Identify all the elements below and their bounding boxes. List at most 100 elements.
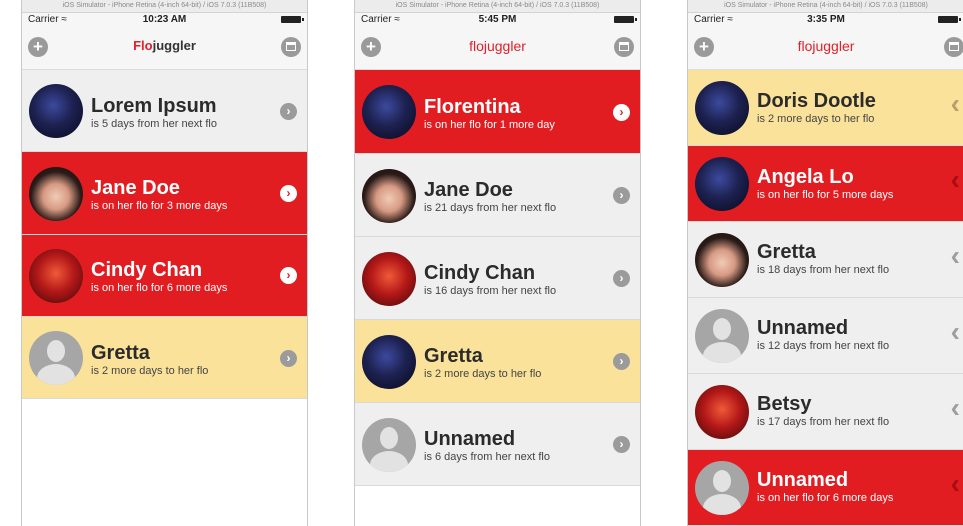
- contact-status: is 16 days from her next flo: [424, 285, 557, 297]
- chevron-right-icon[interactable]: ›: [280, 185, 297, 202]
- contact-name: Jane Doe: [91, 177, 180, 199]
- contact-status: is 17 days from her next flo: [757, 416, 890, 428]
- list-item[interactable]: Jane Doe is on her flo for 3 more days ›: [22, 152, 307, 235]
- contact-status: is 6 days from her next flo: [424, 451, 550, 463]
- avatar: [29, 331, 83, 385]
- contact-status: is 12 days from her next flo: [757, 340, 890, 352]
- list-item[interactable]: Gretta is 2 more days to her flo ›: [22, 317, 307, 399]
- chevron-right-icon[interactable]: ›: [280, 350, 297, 367]
- contact-name: Doris Dootle: [757, 90, 876, 112]
- contact-status: is on her flo for 6 more days: [757, 492, 894, 504]
- chevron-right-icon[interactable]: ›: [613, 353, 630, 370]
- contact-status: is on her flo for 3 more days: [91, 200, 228, 212]
- list-item[interactable]: Lorem Ipsum is 5 days from her next flo …: [22, 70, 307, 152]
- contact-name: Lorem Ipsum: [91, 95, 217, 117]
- calendar-icon: [286, 42, 296, 51]
- contact-status: is 2 more days to her flo: [424, 368, 542, 380]
- calendar-button[interactable]: [944, 37, 963, 57]
- avatar: [29, 249, 83, 303]
- navigation-bar: + flojuggler: [688, 27, 963, 70]
- contact-name: Betsy: [757, 393, 812, 415]
- avatar: [362, 252, 416, 306]
- battery-icon: [614, 16, 637, 23]
- avatar: [695, 461, 749, 515]
- list-item[interactable]: Cindy Chan is on her flo for 6 more days…: [22, 235, 307, 317]
- chevron-left-icon[interactable]: ‹: [951, 164, 960, 196]
- calendar-icon: [949, 42, 959, 51]
- chevron-right-icon[interactable]: ›: [613, 270, 630, 287]
- contact-status: is on her flo for 5 more days: [757, 189, 894, 201]
- contact-name: Jane Doe: [424, 179, 513, 201]
- contact-name: Gretta: [91, 342, 150, 364]
- avatar: [29, 84, 83, 138]
- avatar: [29, 167, 83, 221]
- simulator-title-bar: iOS Simulator - iPhone Retina (4-inch 64…: [688, 0, 963, 13]
- navigation-bar: + flojuggler: [355, 27, 640, 70]
- status-bar: Carrier ≈ 5:45 PM: [355, 13, 640, 27]
- phone-screen-2: iOS Simulator - iPhone Retina (4-inch 64…: [354, 0, 641, 526]
- chevron-left-icon[interactable]: ‹: [951, 468, 960, 500]
- phone-screen-3: iOS Simulator - iPhone Retina (4-inch 64…: [687, 0, 963, 526]
- list-item[interactable]: Unnamed is 6 days from her next flo ›: [355, 403, 640, 486]
- contact-status: is 2 more days to her flo: [91, 365, 209, 377]
- calendar-button[interactable]: [614, 37, 634, 57]
- contact-name: Florentina: [424, 96, 521, 118]
- contact-name: Unnamed: [757, 469, 849, 491]
- battery-icon: [281, 16, 304, 23]
- avatar: [695, 309, 749, 363]
- contact-status: is 2 more days to her flo: [757, 113, 875, 125]
- chevron-right-icon[interactable]: ›: [613, 436, 630, 453]
- chevron-right-icon[interactable]: ›: [613, 187, 630, 204]
- calendar-button[interactable]: [281, 37, 301, 57]
- app-title: flojuggler: [797, 38, 855, 54]
- avatar: [695, 81, 749, 135]
- avatar: [362, 335, 416, 389]
- contact-name: Gretta: [424, 345, 483, 367]
- list-item[interactable]: Betsy is 17 days from her next flo ‹: [688, 374, 963, 450]
- contact-name: Cindy Chan: [424, 262, 536, 284]
- status-time: 10:23 AM: [142, 14, 187, 25]
- app-title: flojuggler: [469, 38, 526, 54]
- chevron-left-icon[interactable]: ‹: [951, 316, 960, 348]
- chevron-left-icon[interactable]: ‹: [951, 392, 960, 424]
- contact-status: is 18 days from her next flo: [757, 264, 890, 276]
- contact-name: Angela Lo: [757, 166, 854, 188]
- chevron-right-icon[interactable]: ›: [280, 103, 297, 120]
- contact-name: Cindy Chan: [91, 259, 203, 281]
- avatar: [695, 385, 749, 439]
- chevron-left-icon[interactable]: ‹: [951, 240, 960, 272]
- phone-screen-1: iOS Simulator - iPhone Retina (4-inch 64…: [21, 0, 308, 526]
- navigation-bar: + Flojuggler: [22, 27, 307, 70]
- list-item[interactable]: Doris Dootle is 2 more days to her flo ‹: [688, 70, 963, 146]
- chevron-right-icon[interactable]: ›: [280, 267, 297, 284]
- list-item[interactable]: Florentina is on her flo for 1 more day …: [355, 70, 640, 154]
- contact-status: is on her flo for 1 more day: [424, 119, 555, 131]
- contact-name: Unnamed: [757, 317, 849, 339]
- contact-name: Gretta: [757, 241, 816, 263]
- contact-status: is 5 days from her next flo: [91, 118, 217, 130]
- avatar: [362, 85, 416, 139]
- avatar: [695, 157, 749, 211]
- chevron-right-icon[interactable]: ›: [613, 104, 630, 121]
- contact-name: Unnamed: [424, 428, 516, 450]
- list-item[interactable]: Angela Lo is on her flo for 5 more days …: [688, 146, 963, 222]
- status-time: 5:45 PM: [478, 14, 517, 25]
- simulator-title-bar: iOS Simulator - iPhone Retina (4-inch 64…: [355, 0, 640, 13]
- avatar: [362, 169, 416, 223]
- battery-icon: [938, 16, 961, 23]
- avatar: [362, 418, 416, 472]
- avatar: [695, 233, 749, 287]
- list-item[interactable]: Gretta is 2 more days to her flo ›: [355, 320, 640, 403]
- contact-status: is on her flo for 6 more days: [91, 282, 228, 294]
- status-time: 3:35 PM: [807, 14, 845, 25]
- chevron-left-icon[interactable]: ‹: [951, 88, 960, 120]
- simulator-title-bar: iOS Simulator - iPhone Retina (4-inch 64…: [22, 0, 307, 13]
- contact-status: is 21 days from her next flo: [424, 202, 557, 214]
- list-item[interactable]: Unnamed is 12 days from her next flo ‹: [688, 298, 963, 374]
- list-item[interactable]: Cindy Chan is 16 days from her next flo …: [355, 237, 640, 320]
- list-item[interactable]: Unnamed is on her flo for 6 more days ‹: [688, 450, 963, 526]
- list-item[interactable]: Jane Doe is 21 days from her next flo ›: [355, 154, 640, 237]
- calendar-icon: [619, 42, 629, 51]
- status-bar: Carrier ≈ 3:35 PM: [688, 13, 963, 27]
- list-item[interactable]: Gretta is 18 days from her next flo ‹: [688, 222, 963, 298]
